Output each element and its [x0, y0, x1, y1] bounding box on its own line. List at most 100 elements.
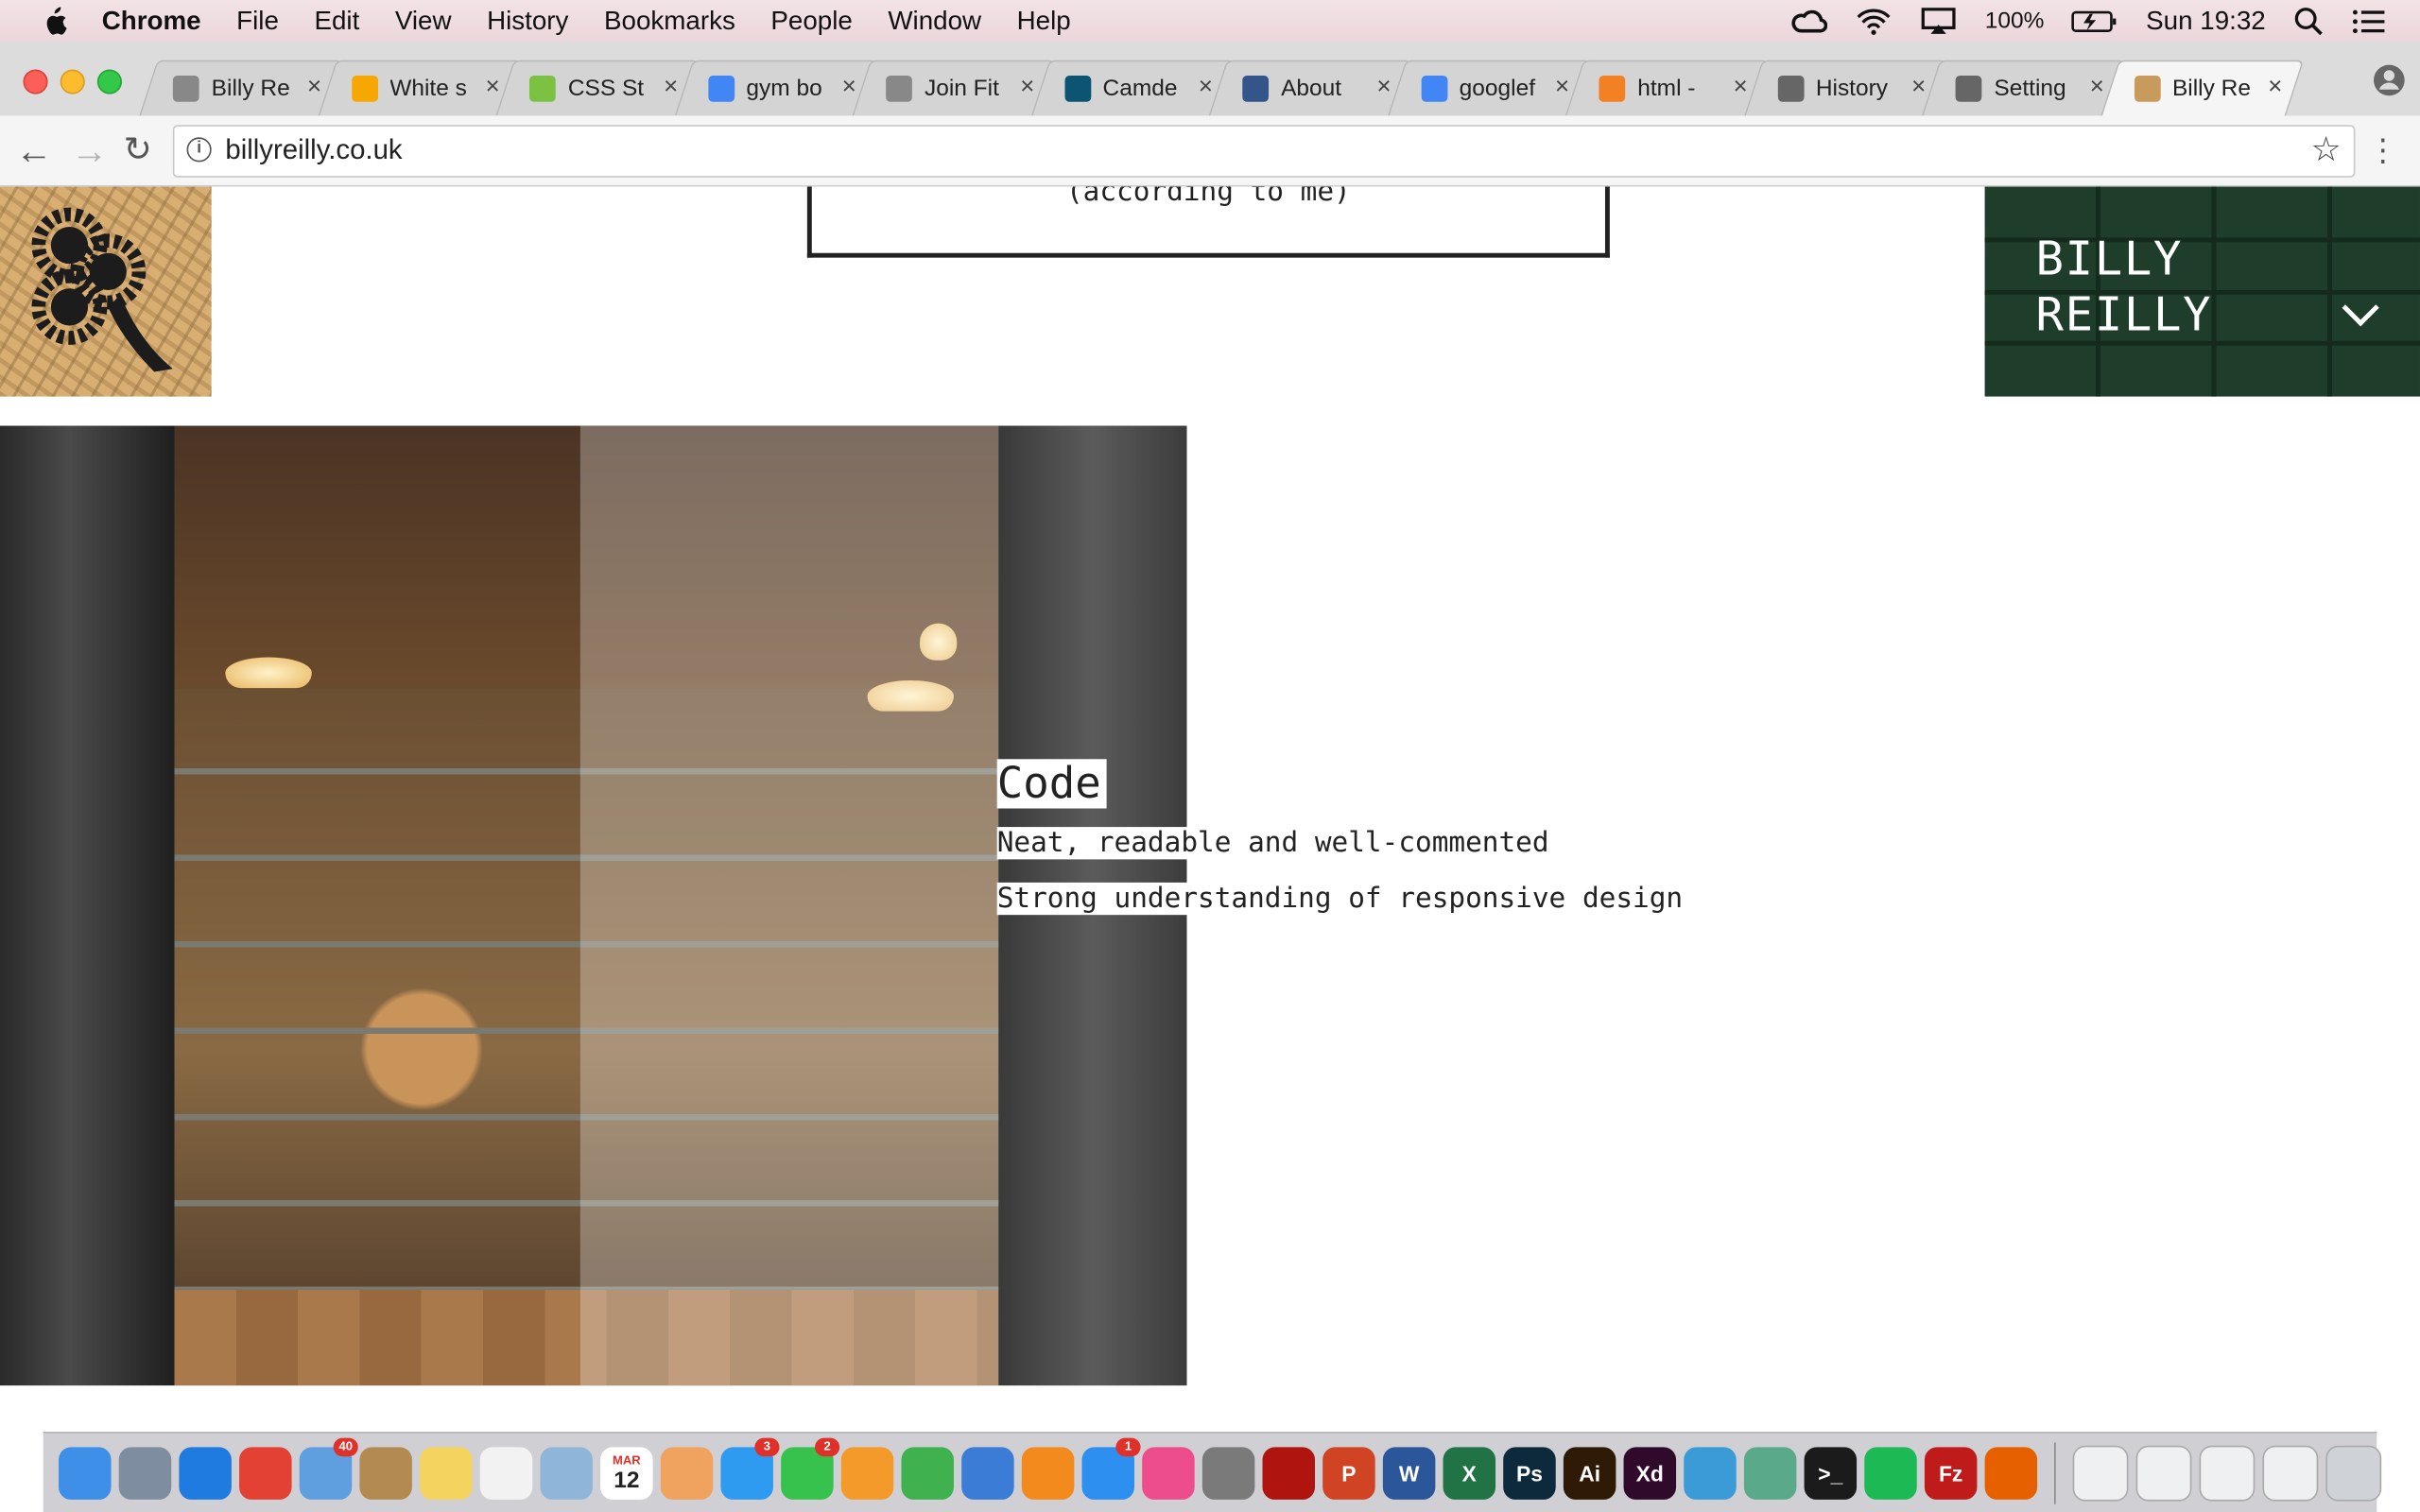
finder-icon[interactable]	[59, 1446, 112, 1500]
downloads-stack-icon[interactable]	[2072, 1444, 2129, 1501]
browser-tab[interactable]: History ×	[1743, 60, 1947, 116]
reminders-icon[interactable]	[479, 1446, 533, 1500]
desktop-stack-icon[interactable]	[2262, 1444, 2319, 1501]
close-tab-icon[interactable]: ×	[1555, 74, 1569, 101]
bookmark-star-icon[interactable]: ☆	[2311, 129, 2342, 169]
browser-tab[interactable]: About ×	[1208, 60, 1412, 116]
chrome-icon[interactable]	[239, 1446, 292, 1500]
notes-icon[interactable]	[420, 1446, 473, 1500]
close-tab-icon[interactable]: ×	[307, 74, 321, 101]
mail-icon[interactable]: 40	[299, 1436, 358, 1500]
close-tab-icon[interactable]: ×	[2090, 74, 2104, 101]
close-tab-icon[interactable]: ×	[842, 74, 856, 101]
photos-icon[interactable]	[660, 1446, 714, 1500]
filezilla-icon[interactable]: Fz	[1924, 1446, 1978, 1500]
menubar-clock[interactable]: Sun 19:32	[2146, 6, 2266, 37]
menu-window[interactable]: Window	[888, 6, 981, 37]
menu-history[interactable]: History	[487, 6, 568, 37]
menu-help[interactable]: Help	[1017, 6, 1071, 37]
creative-cloud-icon[interactable]	[1790, 7, 1828, 34]
menu-bookmarks[interactable]: Bookmarks	[604, 6, 735, 37]
menu-view[interactable]: View	[395, 6, 452, 37]
pages-icon[interactable]	[840, 1446, 894, 1500]
preview-icon[interactable]	[540, 1446, 593, 1500]
menu-file[interactable]: File	[236, 6, 279, 37]
google-icon	[707, 75, 735, 101]
close-tab-icon[interactable]: ×	[1376, 74, 1391, 101]
forward-arrow-icon[interactable]: →	[71, 131, 108, 175]
browser-tab[interactable]: Setting ×	[1921, 60, 2125, 116]
apple-menu-icon[interactable]	[37, 6, 71, 37]
site-info-icon[interactable]: i	[186, 137, 212, 163]
ibooks-icon[interactable]	[1021, 1446, 1075, 1500]
keynote-icon[interactable]	[961, 1446, 1014, 1500]
calendar-icon[interactable]: MAR 12	[600, 1446, 653, 1500]
powerpoint-icon[interactable]: P	[1322, 1446, 1375, 1500]
trash-icon[interactable]	[2325, 1444, 2382, 1501]
zoom-window-button[interactable]	[96, 69, 122, 94]
word-icon[interactable]: W	[1382, 1446, 1436, 1500]
browser-tab[interactable]: gym bo ×	[673, 60, 877, 116]
notification-badge: 3	[754, 1436, 780, 1456]
menu-edit[interactable]: Edit	[314, 6, 359, 37]
feature-title: Code	[996, 758, 1108, 809]
browser-tab[interactable]: CSS St ×	[495, 60, 700, 116]
calendar-month: MAR	[612, 1452, 641, 1467]
documents-stack-icon[interactable]	[2135, 1444, 2192, 1501]
menu-people[interactable]: People	[770, 6, 852, 37]
xd-icon[interactable]: Xd	[1623, 1446, 1677, 1500]
site-logo[interactable]	[0, 186, 212, 397]
chrome-menu-icon[interactable]: ⋮	[2367, 131, 2398, 170]
browser-tab[interactable]: googlef ×	[1387, 60, 1591, 116]
contacts-icon[interactable]	[359, 1446, 412, 1500]
airplay-icon[interactable]	[1920, 7, 1957, 34]
safari-icon[interactable]	[179, 1446, 232, 1500]
browser-tab[interactable]: Join Fit ×	[852, 60, 1056, 116]
browser-tab[interactable]: White s ×	[317, 60, 521, 116]
excel-icon[interactable]: X	[1443, 1446, 1496, 1500]
address-bar[interactable]: i billyreilly.co.uk ☆	[172, 125, 2356, 178]
terminal-icon[interactable]: >_	[1804, 1446, 1858, 1500]
profile-avatar-icon[interactable]	[2372, 63, 2406, 97]
minimize-window-button[interactable]	[60, 69, 85, 94]
close-tab-icon[interactable]: ×	[2268, 74, 2282, 101]
system-preferences-icon[interactable]	[1201, 1446, 1255, 1500]
launchpad-icon[interactable]	[118, 1446, 172, 1500]
messages-icon[interactable]: 3	[720, 1436, 780, 1500]
numbers-icon[interactable]	[901, 1446, 954, 1500]
menu-app-chrome[interactable]: Chrome	[102, 6, 201, 37]
bridge-icon[interactable]	[1684, 1446, 1737, 1500]
tab-title: html -	[1637, 75, 1696, 101]
appstore-icon[interactable]: 1	[1081, 1436, 1141, 1500]
address-url[interactable]: billyreilly.co.uk	[225, 134, 402, 166]
photoshop-icon[interactable]: Ps	[1503, 1446, 1556, 1500]
close-tab-icon[interactable]: ×	[1733, 74, 1747, 101]
close-tab-icon[interactable]: ×	[1199, 74, 1213, 101]
sketch-icon	[351, 75, 378, 101]
browser-tab[interactable]: html - ×	[1564, 60, 1769, 116]
notification-center-icon[interactable]	[2352, 7, 2386, 34]
close-window-button[interactable]	[23, 69, 48, 94]
reload-icon[interactable]: ↻	[124, 129, 152, 169]
browser-tab[interactable]: Camde ×	[1030, 60, 1235, 116]
brand-menu-header[interactable]: BILLY REILLY	[1984, 186, 2420, 397]
browser-tab[interactable]: Billy Re ×	[2100, 60, 2304, 116]
itunes-icon[interactable]	[1142, 1446, 1195, 1500]
illustrator-icon[interactable]: Ai	[1563, 1446, 1616, 1500]
acrobat-icon[interactable]	[1262, 1446, 1316, 1500]
facetime-icon[interactable]: 2	[781, 1436, 840, 1500]
browser-tab[interactable]: Billy Re ×	[139, 60, 343, 116]
atom-icon[interactable]	[1743, 1446, 1797, 1500]
close-tab-icon[interactable]: ×	[485, 74, 499, 101]
screenshots-stack-icon[interactable]	[2199, 1444, 2256, 1501]
document-icon	[886, 75, 912, 101]
close-tab-icon[interactable]: ×	[1911, 74, 1926, 101]
wifi-icon[interactable]	[1856, 7, 1893, 35]
back-arrow-icon[interactable]: ←	[15, 131, 52, 175]
close-tab-icon[interactable]: ×	[664, 74, 678, 101]
close-tab-icon[interactable]: ×	[1020, 74, 1034, 101]
firefox-icon[interactable]	[1984, 1446, 2038, 1500]
spotify-icon[interactable]	[1864, 1446, 1917, 1500]
battery-icon[interactable]	[2072, 9, 2118, 33]
spotlight-search-icon[interactable]	[2293, 6, 2325, 37]
